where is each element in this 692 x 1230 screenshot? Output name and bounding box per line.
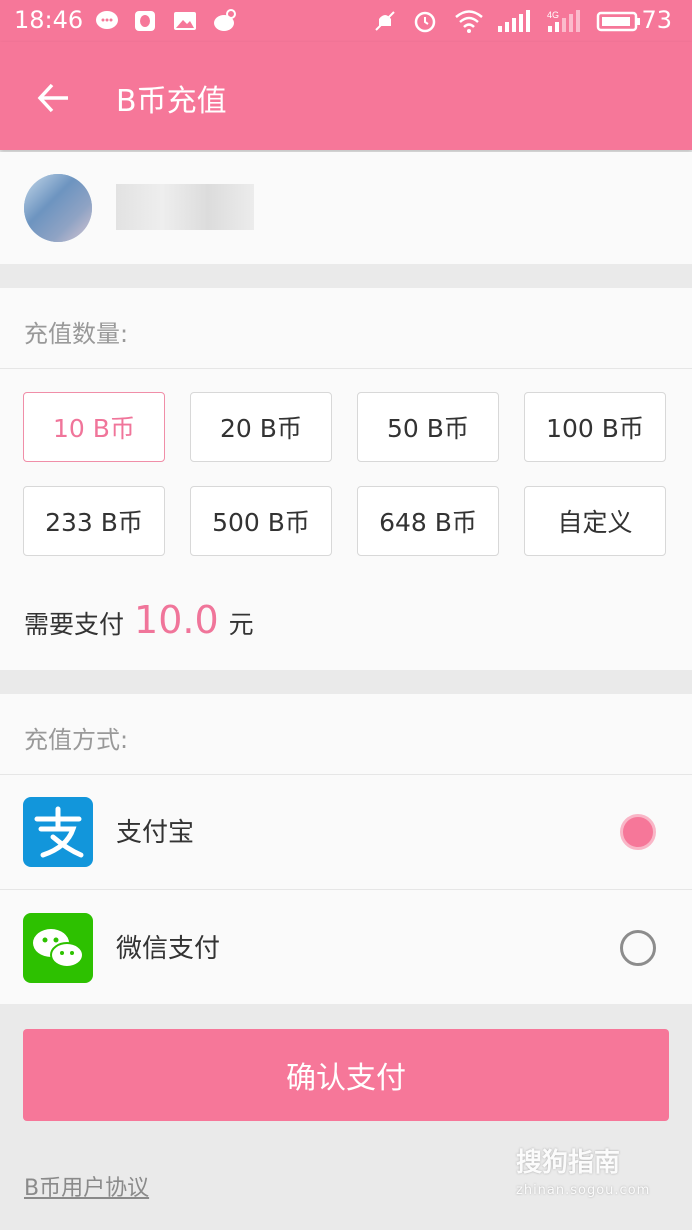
avatar[interactable] — [24, 174, 92, 242]
amount-option-50[interactable]: 50 B币 — [357, 392, 499, 462]
payment-option-alipay[interactable]: 支付宝 — [0, 774, 692, 889]
amount-option-100[interactable]: 100 B币 — [524, 392, 666, 462]
username-blurred — [116, 184, 254, 230]
amount-option-500[interactable]: 500 B币 — [190, 486, 332, 556]
status-time: 18:46 — [14, 6, 84, 34]
mute-bell-icon — [375, 11, 395, 31]
payment-method-section: 充值方式: 支付宝 微信支付 — [0, 694, 692, 1004]
wifi-icon — [455, 10, 483, 33]
user-card — [0, 152, 692, 264]
watermark-url: zhinan.sogou.com — [516, 1183, 651, 1198]
chat-bubble-icon — [96, 11, 118, 29]
confirm-pay-button[interactable]: 确认支付 — [23, 1029, 669, 1121]
status-bar: 18:46 4G 73 — [0, 0, 692, 42]
need-pay-value: 10.0 — [134, 598, 219, 642]
agreement-link[interactable]: B币用户协议 — [24, 1170, 149, 1202]
back-arrow-icon[interactable] — [36, 80, 72, 116]
page-title: B币充值 — [116, 84, 227, 119]
sogou-watermark: 搜狗指南 zhinan.sogou.com — [516, 1142, 650, 1198]
svg-text:4G: 4G — [547, 10, 559, 20]
method-section-label: 充值方式: — [24, 726, 129, 754]
amount-option-20[interactable]: 20 B币 — [190, 392, 332, 462]
battery-level: 73 — [641, 6, 672, 34]
app-bar: B币充值 — [0, 42, 692, 150]
gallery-icon — [174, 12, 196, 30]
amount-section-label: 充值数量: — [24, 320, 129, 348]
qq-icon — [135, 11, 155, 31]
alarm-icon — [414, 11, 436, 33]
payment-option-wechat[interactable]: 微信支付 — [0, 890, 692, 1005]
signal-4g-icon: 4G — [547, 10, 580, 32]
wechat-radio-unselected[interactable] — [620, 930, 656, 966]
alipay-radio-selected[interactable] — [620, 814, 656, 850]
wechat-pay-label: 微信支付 — [116, 934, 221, 964]
alipay-label: 支付宝 — [116, 818, 195, 848]
amount-option-10[interactable]: 10 B币 — [23, 392, 165, 462]
alipay-icon — [23, 797, 93, 867]
wechat-pay-icon — [23, 913, 93, 983]
weibo-icon — [214, 9, 236, 31]
amount-option-233[interactable]: 233 B币 — [23, 486, 165, 556]
battery-icon — [596, 11, 640, 32]
divider — [0, 368, 692, 369]
amount-section: 充值数量: 10 B币 20 B币 50 B币 100 B币 233 B币 50… — [0, 288, 692, 670]
amount-option-648[interactable]: 648 B币 — [357, 486, 499, 556]
amount-option-custom[interactable]: 自定义 — [524, 486, 666, 556]
watermark-main: 搜狗指南 — [516, 1148, 621, 1178]
signal-icon — [498, 10, 530, 32]
need-pay-unit: 元 — [228, 610, 254, 639]
need-pay-prefix: 需要支付 — [24, 610, 125, 639]
need-pay: 需要支付 10.0 元 — [24, 598, 254, 642]
